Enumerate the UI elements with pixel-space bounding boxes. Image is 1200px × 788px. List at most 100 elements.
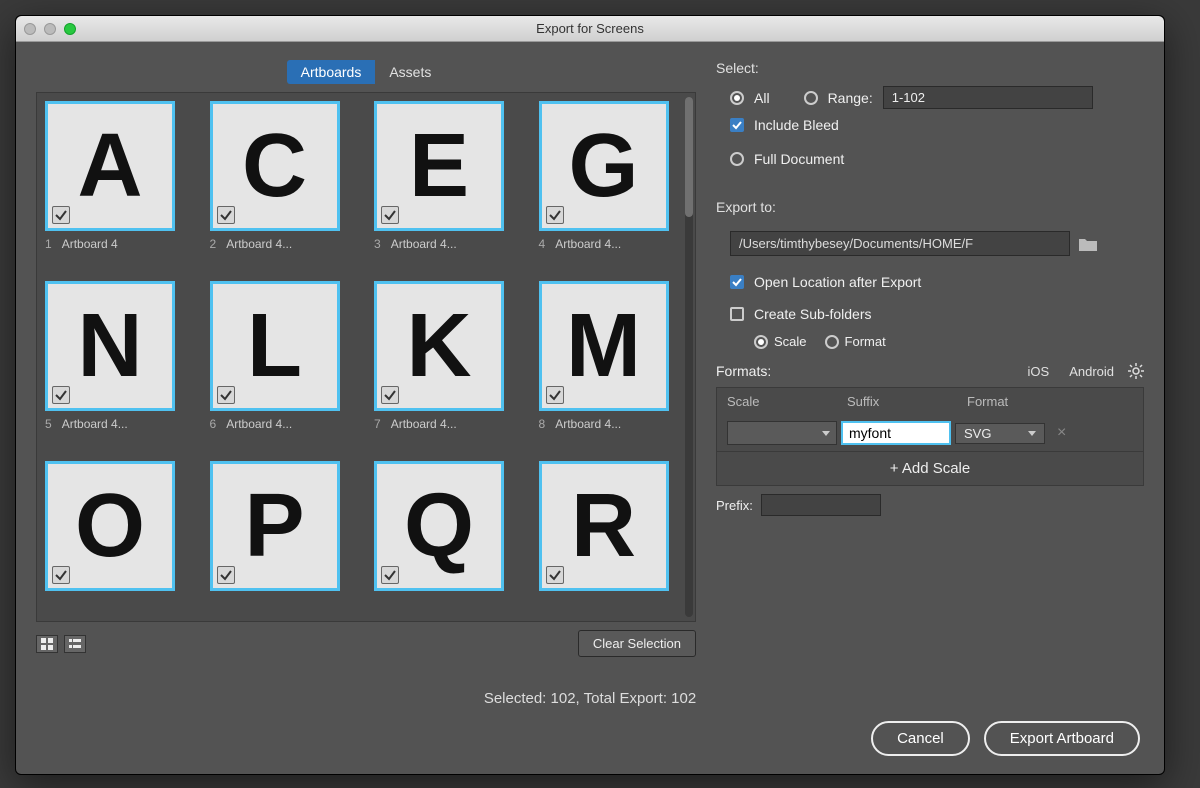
artboard-number: 3 [374,237,381,251]
artboard-letter: P [244,475,304,578]
artboard-thumb[interactable]: Q [374,461,511,591]
artboard-thumb[interactable]: P [210,461,347,591]
checkbox-open-location[interactable] [730,275,744,289]
chevron-down-icon [822,429,830,437]
view-grid-icon[interactable] [36,635,58,653]
artboard-checkbox[interactable] [52,206,70,224]
prefix-input[interactable] [761,494,881,516]
tab-artboards[interactable]: Artboards [287,60,376,84]
window-title: Export for Screens [16,21,1164,36]
range-input[interactable] [883,86,1093,109]
artboard-checkbox[interactable] [217,566,235,584]
radio-subfolder-scale[interactable] [754,335,768,349]
radio-all[interactable] [730,91,744,105]
export-to-label: Export to: [716,199,1144,215]
formats-label: Formats: [716,363,771,379]
artboard-thumb[interactable]: R [539,461,676,591]
include-bleed-label: Include Bleed [754,117,839,133]
artboard-checkbox[interactable] [546,386,564,404]
view-list-icon[interactable] [64,635,86,653]
gear-icon[interactable] [1128,363,1144,379]
artboard-grid: A 1 Artboard 4 C 2 Artboard 4... E 3 Artboard 4.… [45,101,675,591]
open-location-label: Open Location after Export [754,274,921,290]
artboard-checkbox[interactable] [381,206,399,224]
artboard-label: Artboard 4... [226,237,292,251]
platform-ios-link[interactable]: iOS [1028,364,1050,379]
artboard-label: Artboard 4... [555,237,621,251]
prefix-label: Prefix: [716,498,753,513]
artboard-checkbox[interactable] [52,386,70,404]
artboard-letter: R [571,475,636,578]
format-dropdown-value: SVG [964,426,991,441]
remove-row-icon[interactable]: × [1057,424,1066,442]
format-row: SVG × [717,415,1143,451]
artboard-thumb[interactable]: O [45,461,182,591]
artboard-thumb[interactable]: L6Artboard 4... [210,281,347,431]
artboard-thumb[interactable]: E 3 Artboard 4... [374,101,511,251]
export-path-field[interactable]: /Users/timthybesey/Documents/HOME/F [730,231,1070,256]
artboard-checkbox[interactable] [381,386,399,404]
artboard-label: Artboard 4... [62,417,128,431]
subfolder-scale-label: Scale [774,334,807,349]
scale-dropdown[interactable] [727,421,837,445]
artboard-thumb[interactable]: C 2 Artboard 4... [210,101,347,251]
col-format: Format [967,394,1077,409]
radio-full-document[interactable] [730,152,744,166]
chevron-down-icon [1028,429,1036,437]
suffix-input[interactable] [841,421,951,445]
folder-icon[interactable] [1078,236,1098,252]
artboard-label: Artboard 4 [62,237,118,251]
full-document-label: Full Document [754,151,844,167]
artboard-thumb[interactable]: M8Artboard 4... [539,281,676,431]
artboard-number: 4 [539,237,546,251]
artboard-number: 2 [210,237,217,251]
artboard-letter: K [407,295,472,398]
checkbox-create-subfolders[interactable] [730,307,744,321]
artboard-number: 1 [45,237,52,251]
artboard-thumb[interactable]: A 1 Artboard 4 [45,101,182,251]
artboard-letter: Q [404,475,474,578]
cancel-button[interactable]: Cancel [871,721,970,756]
add-scale-button[interactable]: + Add Scale [717,451,1143,485]
artboard-checkbox[interactable] [52,566,70,584]
artboard-letter: G [568,115,638,218]
tab-assets[interactable]: Assets [375,60,445,84]
artboard-thumb[interactable]: K 7 Artboard 4... [374,281,511,431]
artboard-label: Artboard 4... [391,417,457,431]
subfolder-format-label: Format [845,334,886,349]
artboard-letter: O [75,475,145,578]
radio-all-label: All [754,90,770,106]
artboard-label: Artboard 4... [391,237,457,251]
artboard-checkbox[interactable] [546,206,564,224]
artboard-number: 7 [374,417,381,431]
radio-range[interactable] [804,91,818,105]
titlebar: Export for Screens [16,16,1164,42]
format-dropdown[interactable]: SVG [955,423,1045,444]
export-for-screens-dialog: Export for Screens Artboards Assets A 1 Ar… [15,15,1165,775]
artboard-grid-container: A 1 Artboard 4 C 2 Artboard 4... E 3 Artboard 4.… [36,92,696,622]
artboard-number: 5 [45,417,52,431]
artboard-number: 8 [539,417,546,431]
artboard-letter: E [409,115,469,218]
artboard-checkbox[interactable] [381,566,399,584]
col-suffix: Suffix [847,394,967,409]
artboard-thumb[interactable]: N 5 Artboard 4... [45,281,182,431]
select-label: Select: [716,60,1144,76]
artboard-checkbox[interactable] [217,206,235,224]
artboard-checkbox[interactable] [217,386,235,404]
checkbox-include-bleed[interactable] [730,118,744,132]
artboard-checkbox[interactable] [546,566,564,584]
export-artboard-button[interactable]: Export Artboard [984,721,1140,756]
artboard-letter: A [78,115,143,218]
create-subfolders-label: Create Sub-folders [754,306,872,322]
artboard-letter: L [247,295,302,398]
artboard-thumb[interactable]: G 4 Artboard 4... [539,101,676,251]
tab-bar: Artboards Assets [36,60,696,84]
platform-android-link[interactable]: Android [1069,364,1114,379]
grid-scrollbar[interactable] [683,93,695,621]
clear-selection-button[interactable]: Clear Selection [578,630,696,657]
artboard-letter: C [242,115,307,218]
radio-subfolder-format[interactable] [825,335,839,349]
artboard-letter: N [78,295,143,398]
formats-table: Scale Suffix Format SVG × + Add Scale [716,387,1144,486]
